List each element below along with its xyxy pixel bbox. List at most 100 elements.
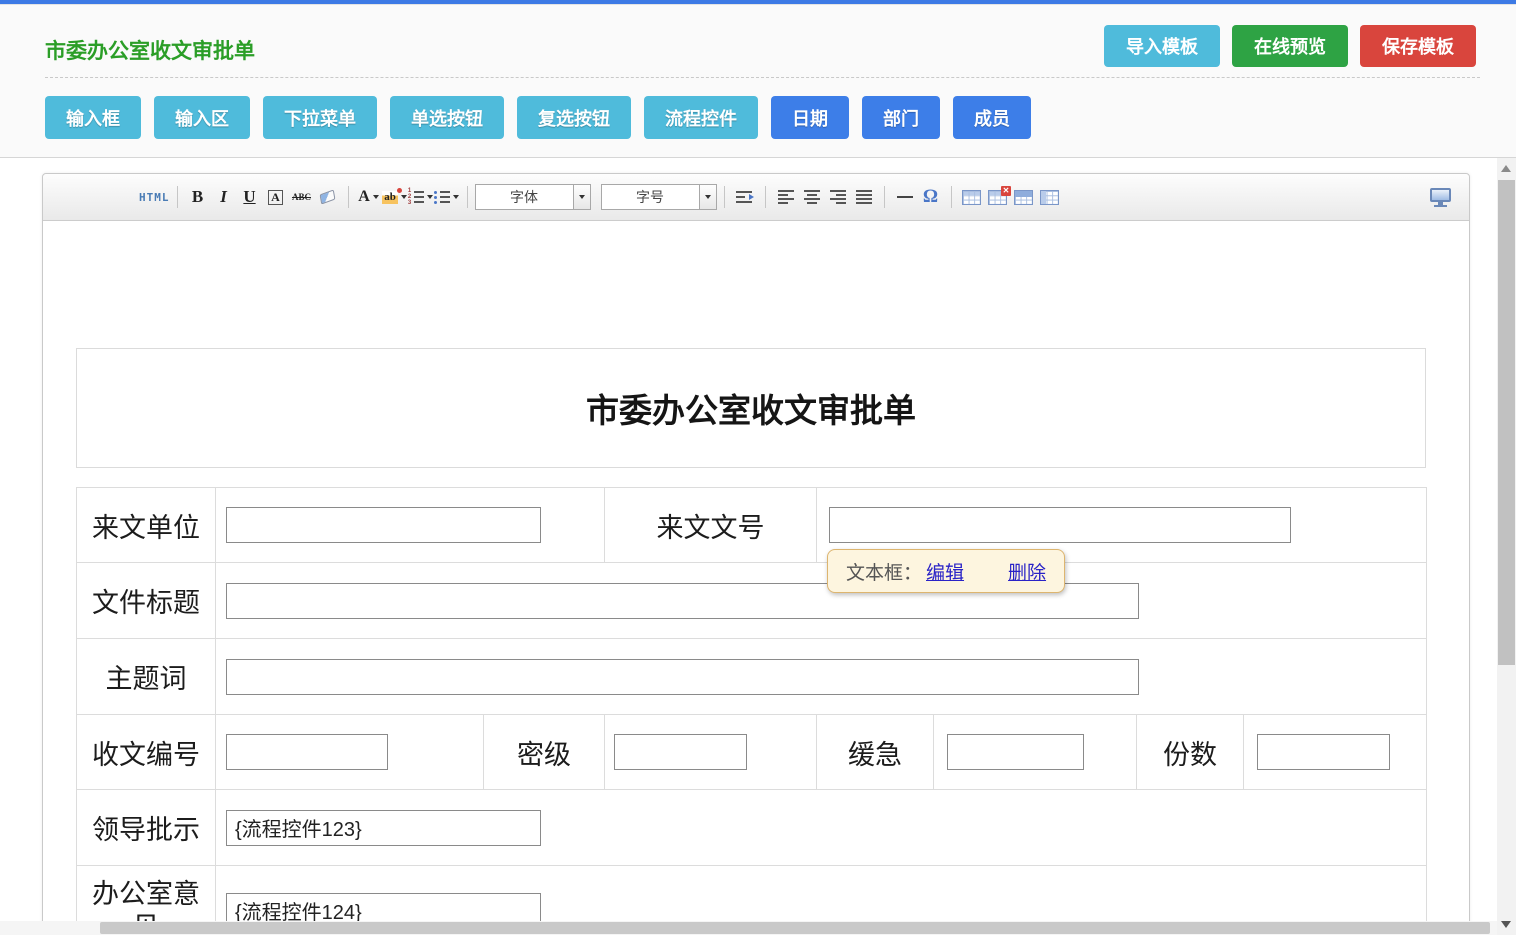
scroll-up-arrow-icon[interactable]	[1501, 165, 1511, 172]
widget-input-area-button[interactable]: 输入区	[154, 96, 250, 139]
urgency-cell	[934, 715, 1137, 790]
source-unit-input[interactable]	[226, 507, 541, 543]
chevron-down-icon	[373, 195, 379, 199]
font-size-select[interactable]: 字号	[601, 184, 717, 210]
subject-words-label: 主题词	[77, 639, 216, 715]
import-template-button[interactable]: 导入模板	[1104, 25, 1220, 67]
widget-radio-button[interactable]: 单选按钮	[390, 96, 504, 139]
font-size-dropdown-button[interactable]	[699, 185, 716, 209]
chevron-down-icon	[579, 195, 585, 199]
vertical-scrollbar[interactable]	[1497, 158, 1516, 935]
fullscreen-button[interactable]	[1427, 184, 1453, 210]
cell-properties-button[interactable]	[1037, 184, 1063, 210]
horizontal-rule-button[interactable]	[892, 184, 918, 210]
ordered-list-button[interactable]: 123	[408, 184, 434, 210]
align-left-icon	[778, 190, 794, 204]
align-left-button[interactable]	[773, 184, 799, 210]
chevron-down-icon	[427, 195, 433, 199]
edit-link[interactable]: 编辑	[926, 558, 964, 585]
chevron-down-icon	[401, 195, 407, 199]
font-color-button[interactable]: A	[356, 184, 382, 210]
copies-cell	[1244, 715, 1427, 790]
horizontal-rule-icon	[897, 196, 913, 198]
online-preview-button[interactable]: 在线预览	[1232, 25, 1348, 67]
leader-comment-label: 领导批示	[77, 790, 216, 866]
widget-department-button[interactable]: 部门	[862, 96, 940, 139]
bold-button[interactable]: B	[185, 184, 211, 210]
toolbar-separator	[467, 186, 468, 208]
align-right-icon	[830, 190, 846, 204]
editor-toolbar: HTML B I U A ABC A ab 123 字体 字号	[43, 174, 1469, 221]
widget-dropdown-button[interactable]: 下拉菜单	[263, 96, 377, 139]
font-style-button[interactable]: A	[263, 184, 289, 210]
special-char-button[interactable]: Ω	[918, 184, 944, 210]
insert-table-button[interactable]	[959, 184, 985, 210]
table-row: 来文单位 来文文号	[77, 488, 1427, 563]
header-divider	[45, 77, 1480, 78]
toolbar-separator	[177, 186, 178, 208]
save-template-button[interactable]: 保存模板	[1360, 25, 1476, 67]
font-family-select[interactable]: 字体	[475, 184, 591, 210]
leader-comment-input[interactable]	[226, 810, 541, 846]
highlight-icon: ab	[382, 191, 398, 204]
align-center-icon	[804, 190, 820, 204]
subject-words-cell	[216, 639, 1427, 715]
receipt-number-label: 收文编号	[77, 715, 216, 790]
align-justify-button[interactable]	[851, 184, 877, 210]
chevron-down-icon	[705, 195, 711, 199]
widget-member-button[interactable]: 成员	[953, 96, 1031, 139]
table-row: 收文编号 密级 缓急 份数	[77, 715, 1427, 790]
secrecy-level-label: 密级	[484, 715, 605, 790]
receipt-number-input[interactable]	[226, 734, 388, 770]
table-properties-icon	[1014, 190, 1033, 205]
remove-format-button[interactable]	[315, 184, 341, 210]
font-size-value: 字号	[602, 185, 699, 209]
secrecy-level-input[interactable]	[614, 734, 747, 770]
chevron-down-icon	[453, 195, 459, 199]
vertical-scrollbar-thumb[interactable]	[1498, 180, 1515, 665]
table-properties-button[interactable]	[1011, 184, 1037, 210]
insert-table-icon	[962, 190, 981, 205]
italic-button[interactable]: I	[211, 184, 237, 210]
urgency-input[interactable]	[947, 734, 1084, 770]
widget-date-button[interactable]: 日期	[771, 96, 849, 139]
horizontal-scrollbar[interactable]	[0, 921, 1497, 935]
form-title-box: 市委办公室收文审批单	[76, 348, 1426, 468]
horizontal-scrollbar-thumb[interactable]	[100, 922, 1490, 934]
delete-table-button[interactable]: ✕	[985, 184, 1011, 210]
textbox-tooltip: 文本框： 编辑 删除	[827, 549, 1065, 593]
align-right-button[interactable]	[825, 184, 851, 210]
highlight-color-button[interactable]: ab	[382, 184, 408, 210]
copies-input[interactable]	[1257, 734, 1390, 770]
eraser-icon	[320, 189, 336, 204]
widget-input-box-button[interactable]: 输入框	[45, 96, 141, 139]
font-color-a-icon: A	[358, 188, 370, 206]
align-center-button[interactable]	[799, 184, 825, 210]
source-code-button[interactable]: HTML	[139, 184, 170, 210]
source-unit-label: 来文单位	[77, 488, 216, 563]
toolbar-separator	[884, 186, 885, 208]
widget-flow-control-button[interactable]: 流程控件	[644, 96, 758, 139]
delete-table-icon: ✕	[988, 190, 1007, 205]
editor-document[interactable]: 市委办公室收文审批单 来文单位 来文文号 文件标题	[43, 221, 1469, 935]
subject-words-input[interactable]	[226, 659, 1139, 695]
font-family-value: 字体	[476, 185, 573, 209]
doc-number-input[interactable]	[829, 507, 1291, 543]
font-family-dropdown-button[interactable]	[573, 185, 590, 209]
underline-button[interactable]: U	[237, 184, 263, 210]
doc-title-cell	[216, 563, 1427, 639]
table-row: 领导批示	[77, 790, 1427, 866]
delete-link[interactable]: 删除	[1008, 558, 1046, 585]
source-unit-cell	[216, 488, 605, 563]
urgency-label: 缓急	[817, 715, 934, 790]
scroll-down-arrow-icon[interactable]	[1501, 921, 1511, 928]
widget-checkbox-button[interactable]: 复选按钮	[517, 96, 631, 139]
strikethrough-button[interactable]: ABC	[289, 184, 315, 210]
doc-number-label: 来文文号	[605, 488, 817, 563]
toolbar-separator	[348, 186, 349, 208]
toolbar-separator	[951, 186, 952, 208]
boxed-a-icon: A	[268, 190, 283, 205]
unordered-list-button[interactable]	[434, 184, 460, 210]
indent-button[interactable]	[732, 184, 758, 210]
secrecy-level-cell	[605, 715, 817, 790]
